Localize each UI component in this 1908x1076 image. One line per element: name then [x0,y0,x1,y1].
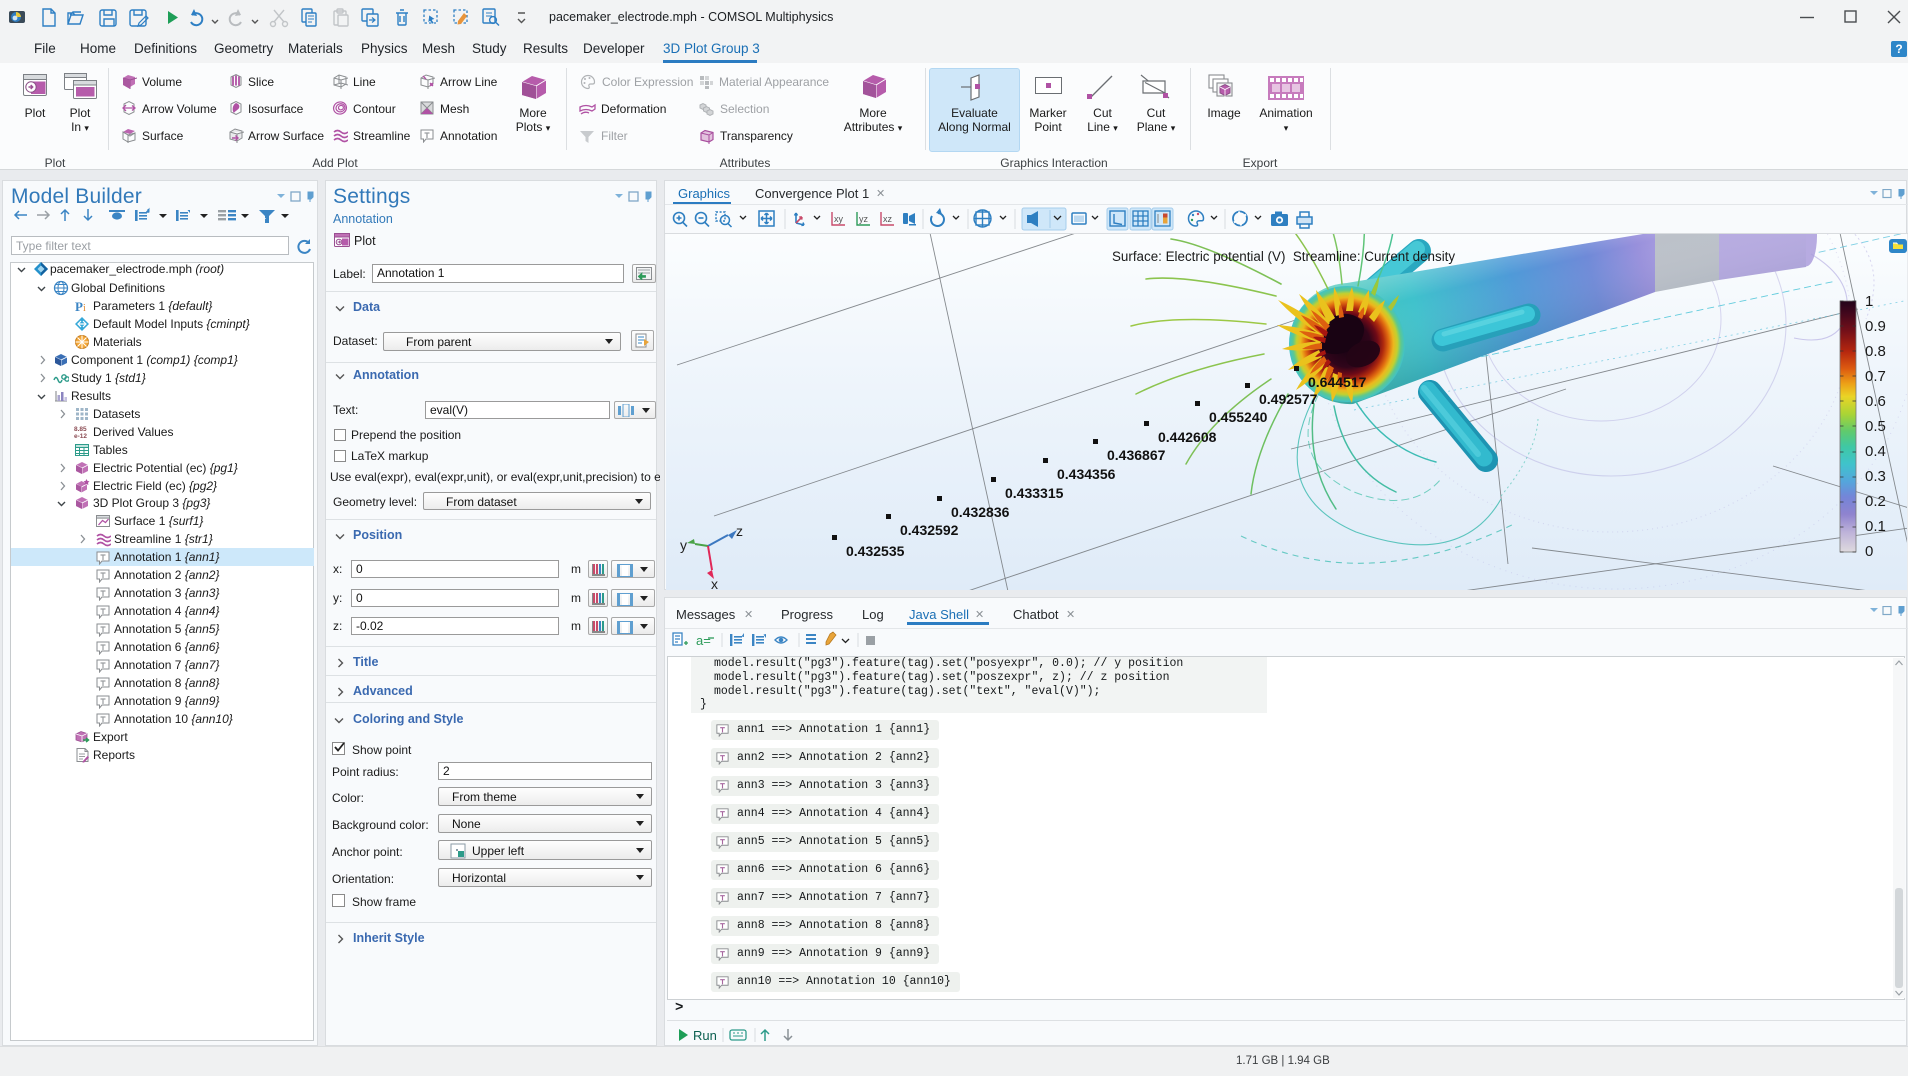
svg-text:0.434356: 0.434356 [1057,466,1116,482]
svg-text:0.7: 0.7 [1865,368,1886,385]
svg-text:yz: yz [859,214,869,224]
svg-text:0.644517: 0.644517 [1308,374,1367,390]
svg-text:xz: xz [883,214,893,224]
svg-text:i: i [83,303,86,314]
svg-text:0.9: 0.9 [1865,318,1886,335]
svg-text:0.5: 0.5 [1865,418,1886,435]
svg-text:e-12: e-12 [74,433,87,440]
svg-text:P: P [75,299,83,314]
svg-text:8.85: 8.85 [74,426,87,433]
svg-text:y: y [680,537,687,553]
svg-text:a=: a= [696,633,711,648]
svg-text:0: 0 [1865,543,1873,560]
svg-text:1: 1 [1865,293,1873,310]
svg-text:0.455240: 0.455240 [1209,409,1268,425]
svg-text:z: z [736,523,743,539]
svg-text:0.432592: 0.432592 [900,522,959,538]
svg-text:0.1: 0.1 [1865,518,1886,535]
svg-text:0.492577: 0.492577 [1259,391,1318,407]
svg-text:0.432836: 0.432836 [951,504,1010,520]
svg-text:0.432535: 0.432535 [846,543,905,559]
svg-text:Surface: Electric potential (V: Surface: Electric potential (V) Streamli… [1112,249,1455,264]
svg-text:0.433315: 0.433315 [1005,485,1064,501]
svg-text:xy: xy [834,214,844,224]
svg-text:0.436867: 0.436867 [1107,447,1166,463]
svg-text:0.2: 0.2 [1865,493,1886,510]
svg-text:x: x [711,576,718,590]
svg-text:Run: Run [693,1028,717,1043]
svg-text:0.3: 0.3 [1865,468,1886,485]
svg-text:0.8: 0.8 [1865,343,1886,360]
svg-text:0.4: 0.4 [1865,443,1886,460]
svg-text:0.442608: 0.442608 [1158,429,1217,445]
svg-text:0.6: 0.6 [1865,393,1886,410]
